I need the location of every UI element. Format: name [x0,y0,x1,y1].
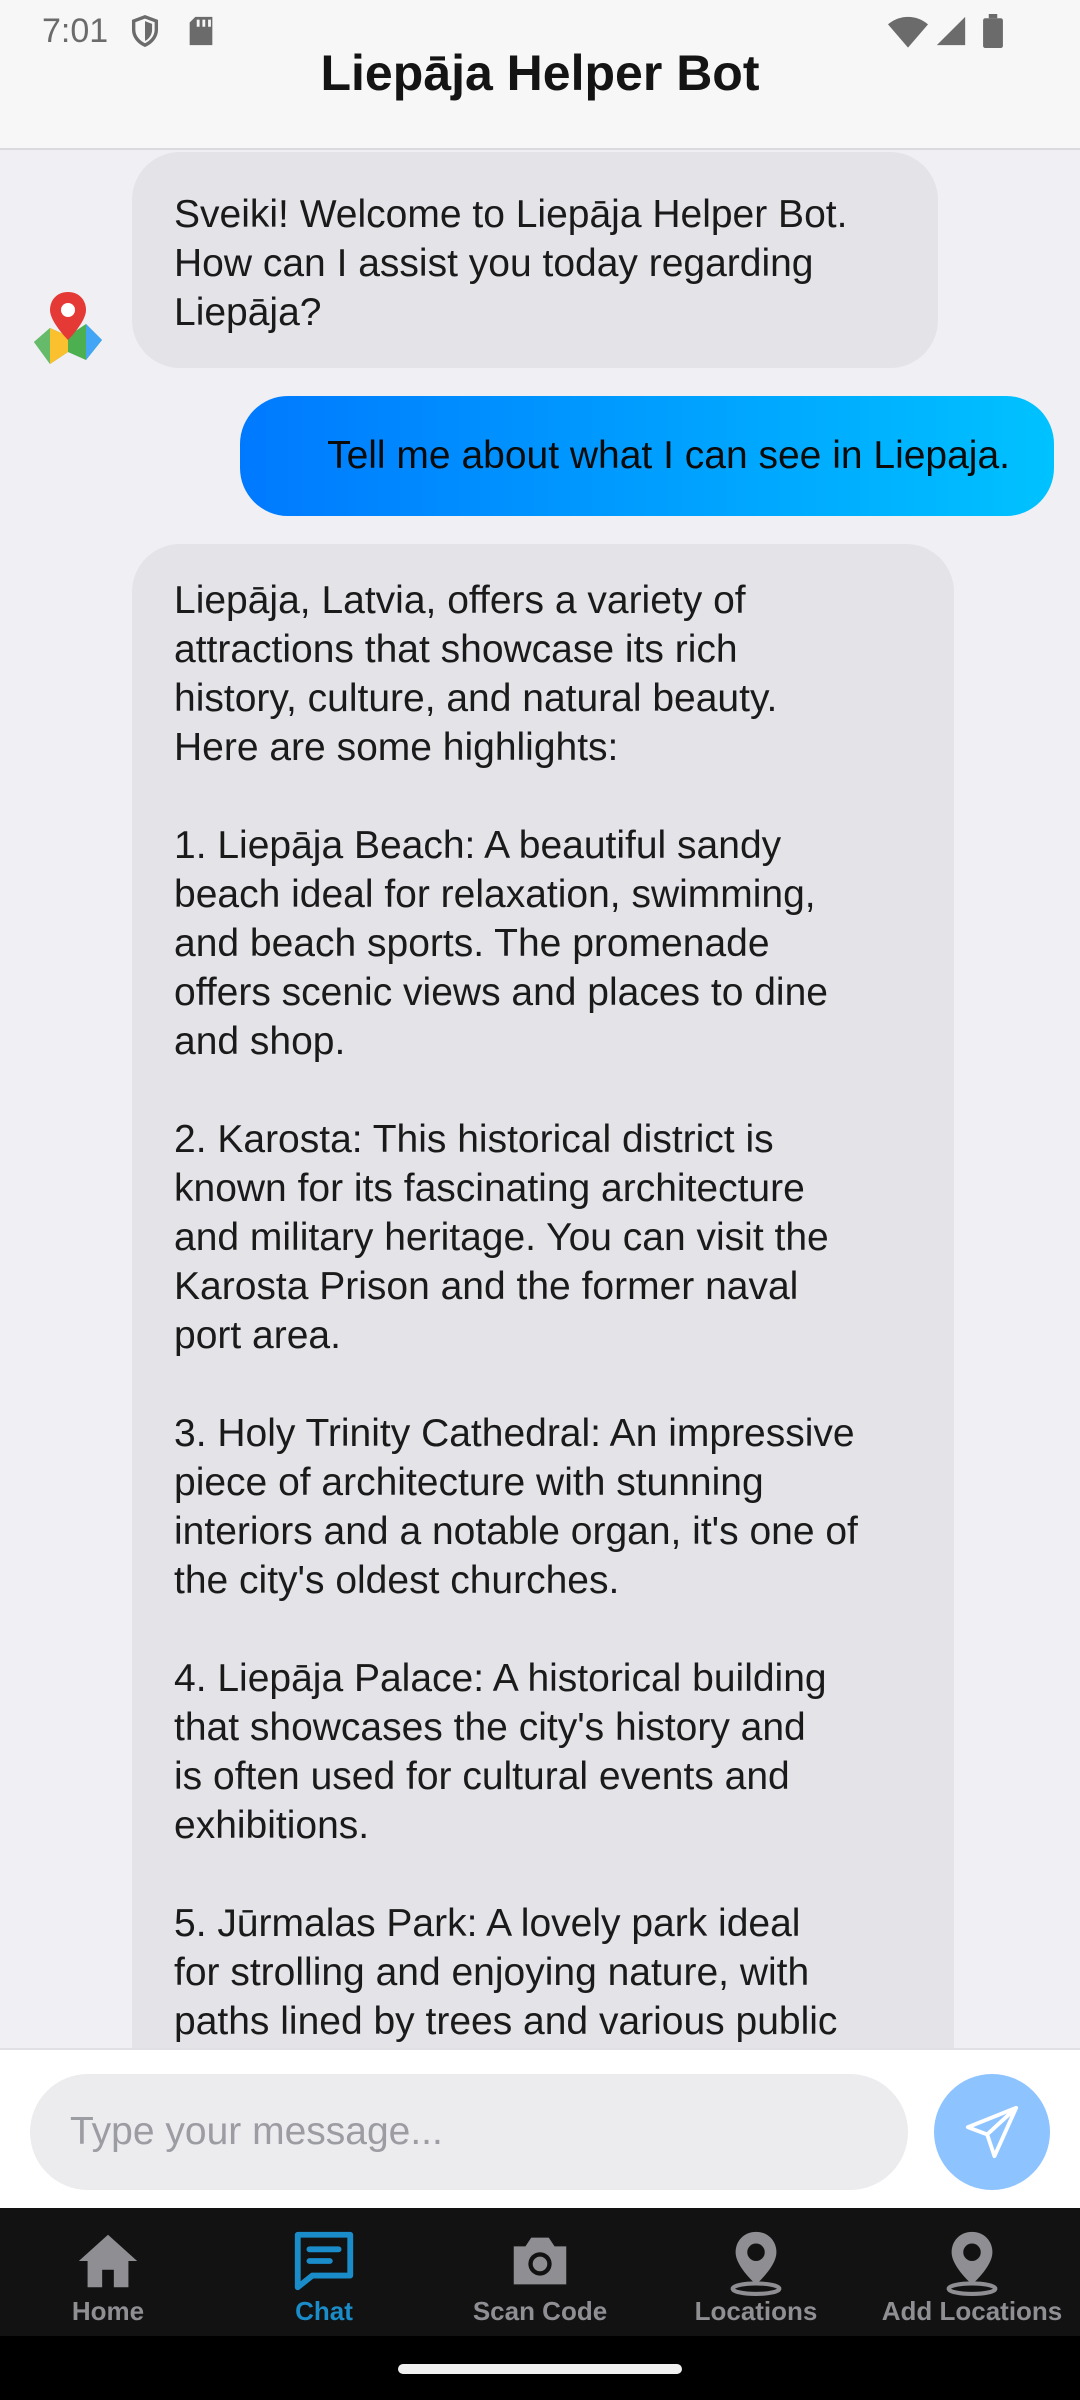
message-input[interactable] [30,2074,908,2190]
map-pin-avatar-icon [34,292,102,364]
wifi-icon [888,16,928,48]
bot-message-bubble: Sveiki! Welcome to Liepāja Helper Bot. H… [132,152,938,368]
nav-item-locations[interactable]: Locations [648,2208,864,2336]
shield-icon [131,15,159,48]
nav-item-home[interactable]: Home [0,2208,216,2336]
user-message-bubble: Tell me about what I can see in Liepaja. [240,396,1054,516]
nav-item-chat[interactable]: Chat [216,2208,432,2336]
message-composer [0,2048,1080,2208]
bot-message-bubble: Liepāja, Latvia, offers a variety of att… [132,544,954,2048]
nav-label-locations: Locations [694,2296,818,2326]
nav-label-home: Home [71,2296,145,2326]
send-button[interactable] [934,2074,1050,2190]
sd-card-icon [189,16,213,46]
system-gesture-area [0,2336,1080,2400]
camera-icon [513,2237,567,2285]
battery-icon [983,14,1003,48]
nav-label-add-locations: Add Locations [881,2296,1063,2326]
nav-label-chat: Chat [295,2296,353,2326]
chat-icon [294,2231,354,2291]
status-time: 7:01 [42,12,109,50]
location-pin-icon [730,2231,782,2296]
home-gesture-handle[interactable] [398,2364,682,2374]
cell-signal-icon [936,16,966,46]
nav-item-scan-code[interactable]: Scan Code [432,2208,648,2336]
send-icon [965,2105,1019,2159]
nav-item-add-locations[interactable]: Add Locations [864,2208,1080,2336]
nav-label-scan-code: Scan Code [472,2296,608,2326]
home-icon [78,2234,138,2288]
location-pin-icon [946,2231,998,2296]
chat-message-list[interactable]: Sveiki! Welcome to Liepāja Helper Bot. H… [0,152,1080,2048]
status-bar: 7:01 [0,0,1080,62]
bottom-navigation: Home Chat Scan Code Locations Add Locati… [0,2208,1080,2336]
